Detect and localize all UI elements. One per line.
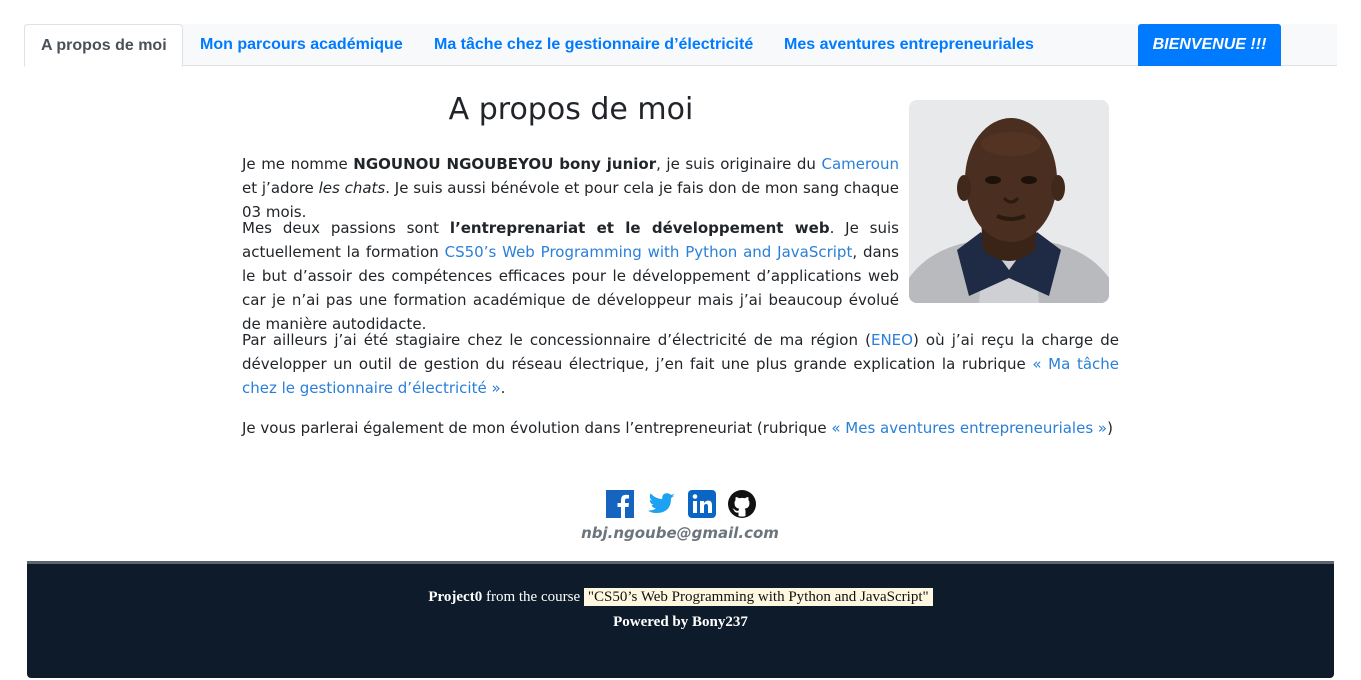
text: .: [500, 379, 506, 397]
tab-aventures-entrepreneuriales[interactable]: Mes aventures entrepreneuriales: [784, 24, 1034, 66]
link-cameroun[interactable]: Cameroun: [821, 155, 899, 173]
text: Je vous parlerai également de mon évolut…: [242, 419, 832, 437]
internship-paragraph: Par ailleurs j’ai été stagiaire chez le …: [242, 328, 1119, 400]
tab-tache-electricite[interactable]: Ma tâche chez le gestionnaire d’électric…: [434, 24, 753, 66]
text: ): [1107, 419, 1113, 437]
cats-text: les chats: [318, 179, 386, 197]
facebook-icon[interactable]: [605, 489, 635, 519]
link-eneo[interactable]: ENEO: [871, 331, 913, 349]
github-icon[interactable]: [727, 489, 757, 519]
course-name: "CS50’s Web Programming with Python and …: [583, 588, 933, 606]
text: Je me nomme: [242, 155, 354, 173]
email-address: nbj.ngoube@gmail.com: [581, 524, 779, 542]
footer: Project0 from the course "CS50’s Web Pro…: [27, 561, 1334, 678]
text: et j’adore: [242, 179, 319, 197]
welcome-button[interactable]: BIENVENUE !!!: [1138, 24, 1281, 66]
twitter-icon[interactable]: [645, 489, 675, 519]
tab-a-propos[interactable]: A propos de moi: [24, 24, 183, 67]
author-name: NGOUNOU NGOUBEYOU bony junior: [353, 155, 657, 173]
text: Par ailleurs j’ai été stagiaire chez le …: [242, 331, 871, 349]
linkedin-icon[interactable]: [687, 489, 717, 519]
passions-text: l’entreprenariat et le développement web: [449, 219, 830, 237]
entrepreneurship-paragraph: Je vous parlerai également de mon évolut…: [242, 416, 1119, 440]
link-cs50[interactable]: CS50’s Web Programming with Python and J…: [445, 243, 853, 261]
link-aventures[interactable]: « Mes aventures entrepreneuriales »: [831, 419, 1107, 437]
passions-paragraph: Mes deux passions sont l’entreprenariat …: [242, 216, 899, 336]
footer-course-line: Project0 from the course "CS50’s Web Pro…: [27, 586, 1334, 608]
tab-parcours-academique[interactable]: Mon parcours académique: [200, 24, 403, 66]
page-title: A propos de moi: [448, 92, 694, 127]
text: from the course: [482, 589, 584, 605]
project-name: Project0: [428, 589, 483, 605]
portrait-image: [909, 100, 1109, 303]
text: , je suis originaire du: [656, 155, 822, 173]
text: Mes deux passions sont: [242, 219, 450, 237]
intro-paragraph: Je me nomme NGOUNOU NGOUBEYOU bony junio…: [242, 152, 899, 224]
profile-photo: [909, 100, 1109, 303]
footer-powered-by: Powered by Bony237: [613, 614, 748, 630]
